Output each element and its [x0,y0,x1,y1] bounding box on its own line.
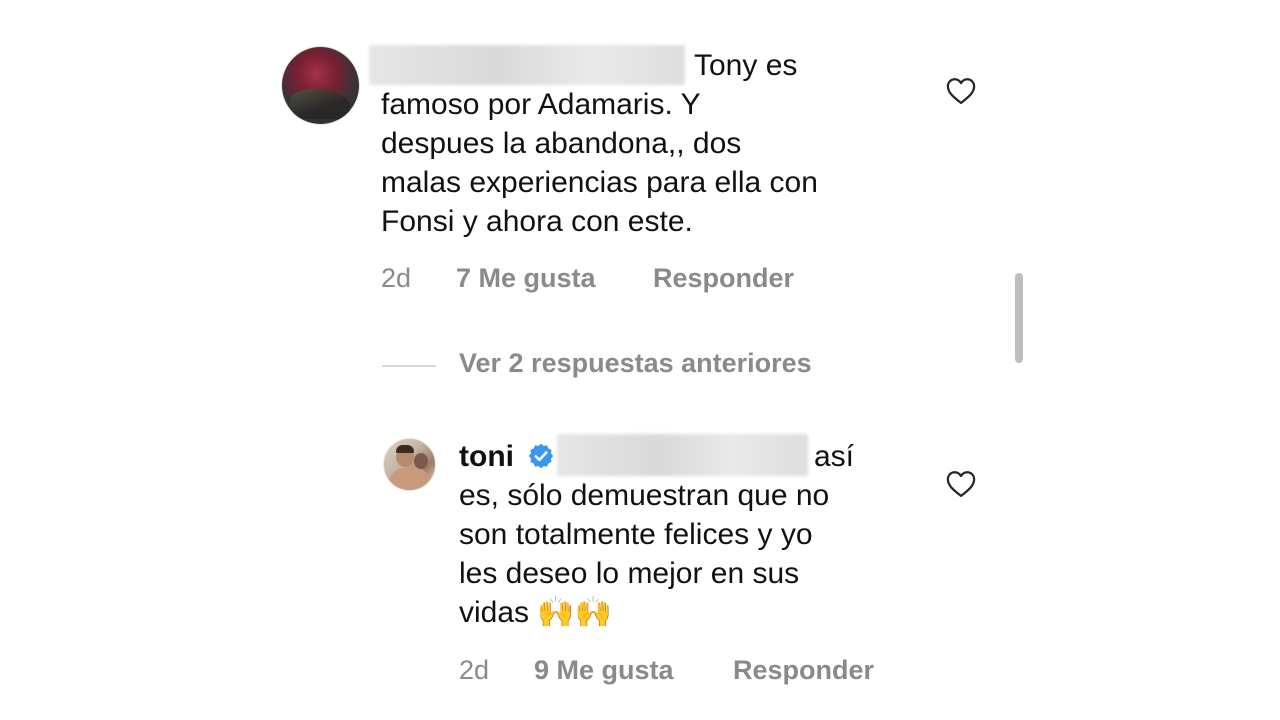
avatar-hair [396,445,414,453]
reply-text-vidas: vidas [459,596,530,629]
comment-text-line5: Fonsi y ahora con este. [381,205,693,238]
blurred-username[interactable] [369,45,685,85]
blurred-mention[interactable] [557,434,808,476]
comment-reply-button[interactable]: Responder [653,263,794,294]
avatar-figure [390,467,430,490]
reply-text-line2: es, sólo demuestran que no [459,479,830,512]
reply-like-heart-icon[interactable] [946,470,976,498]
comment-text-line3: despues la abandona,, dos [381,127,742,160]
verified-badge-icon [527,442,555,475]
raising-hands-emoji-icon: 🙌🙌 [537,595,613,630]
comment-text-line4: malas experiencias para ella con [381,166,818,199]
reply-username[interactable]: toni [459,440,514,473]
comment-timestamp: 2d [381,263,412,293]
comment-text-line1: Tony es [694,49,798,82]
reply-text-line3: son totalmente felices y yo [459,518,813,551]
reply-likes-count[interactable]: 9 Me gusta [534,655,674,686]
reply-reply-button[interactable]: Responder [733,655,874,686]
reply-author-avatar[interactable] [383,438,436,491]
reply-text-line5: vidas 🙌🙌 [459,593,612,632]
view-previous-replies-button[interactable]: Ver 2 respuestas anteriores [459,348,812,379]
reply-timestamp: 2d [459,655,490,685]
reply-text-line1: así [814,440,855,473]
commenter-avatar[interactable] [281,46,360,125]
reply-text-line4: les deseo lo mejor en sus [459,557,800,590]
replies-divider-line [382,365,436,367]
like-heart-icon[interactable] [946,77,976,105]
comment-text-line2: famoso por Adamaris. Y [381,88,701,121]
avatar-child [414,453,428,469]
comment-likes-count[interactable]: 7 Me gusta [456,263,596,294]
reply-first-line: toni [459,437,514,476]
avatar-image-detail [290,89,350,119]
scrollbar-thumb[interactable] [1015,273,1023,363]
